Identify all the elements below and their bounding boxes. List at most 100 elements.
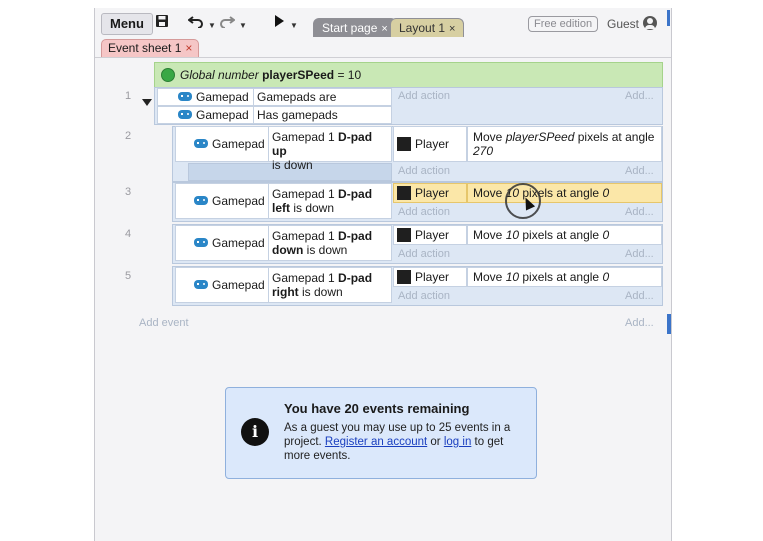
global-prefix: Global number — [180, 68, 259, 82]
condition-text[interactable]: Has gamepads — [253, 106, 392, 124]
condition-object[interactable]: Gamepad — [157, 88, 254, 106]
global-value: = 10 — [337, 68, 362, 82]
condition-bold: down — [272, 243, 304, 257]
action-angle: 270 — [473, 144, 494, 158]
add-action-link[interactable]: Add action — [398, 248, 450, 260]
add-action-link[interactable]: Add action — [398, 290, 450, 302]
object-name: Gamepad — [212, 137, 265, 151]
event-number: 4 — [125, 228, 132, 240]
action-label: pixels at angle — [519, 228, 603, 242]
action-text[interactable]: Move 10 pixels at angle 0 — [467, 183, 662, 203]
global-name: playerSPeed — [262, 68, 335, 82]
action-label: pixels at angle — [519, 270, 603, 284]
object-name: Gamepad — [196, 108, 249, 122]
condition-label: Gamepad 1 — [272, 229, 339, 243]
add-link[interactable]: Add... — [625, 165, 654, 177]
user-icon[interactable] — [643, 16, 657, 30]
add-link[interactable]: Add... — [625, 90, 654, 102]
condition-bold: left — [272, 201, 290, 215]
action-angle: 0 — [602, 270, 610, 284]
save-icon[interactable] — [155, 14, 169, 32]
notice-title: You have 20 events remaining — [284, 401, 470, 416]
register-link[interactable]: Register an account — [325, 436, 427, 448]
action-text[interactable]: Move playerSPeed pixels at angle 270 — [467, 126, 662, 162]
condition-text[interactable]: Gamepad 1 D-pad left is down — [268, 183, 392, 219]
gamepad-icon — [194, 280, 208, 290]
action-text[interactable]: Move 10 pixels at angle 0 — [467, 225, 662, 245]
condition-object[interactable]: Gamepad — [175, 126, 269, 162]
player-sprite-icon — [397, 227, 411, 242]
condition-text[interactable]: Gamepad 1 D-pad down is down — [268, 225, 392, 261]
condition-label: Has gamepads — [257, 108, 338, 122]
action-text[interactable]: Move 10 pixels at angle 0 — [467, 267, 662, 287]
add-action-link[interactable]: Add action — [398, 206, 450, 218]
menu-button[interactable]: Menu — [101, 13, 153, 35]
event-number: 3 — [125, 186, 132, 198]
gamepad-icon — [194, 139, 208, 149]
action-object[interactable]: Player — [393, 126, 467, 162]
condition-bold: right — [272, 285, 299, 299]
object-name: Gamepad — [196, 90, 249, 104]
condition-object[interactable]: Gamepad — [157, 106, 254, 124]
object-name: Gamepad — [212, 278, 265, 292]
object-name: Player — [415, 137, 450, 151]
undo-dropdown-icon[interactable]: ▼ — [208, 17, 216, 35]
scrollbar-thumb[interactable] — [667, 314, 671, 334]
gamepad-icon — [194, 196, 208, 206]
gamepad-icon — [178, 92, 192, 102]
close-icon[interactable]: × — [449, 23, 455, 35]
redo-dropdown-icon[interactable]: ▼ — [239, 17, 247, 35]
condition-label: Gamepad 1 — [272, 271, 339, 285]
add-action-link[interactable]: Add action — [398, 90, 450, 102]
action-object[interactable]: Player — [393, 225, 467, 245]
events-remaining-notice: i You have 20 events remaining As a gues… — [225, 387, 537, 479]
action-value: 10 — [505, 270, 520, 284]
object-name: Player — [415, 228, 450, 242]
login-link[interactable]: log in — [444, 436, 472, 448]
condition-label: is down — [290, 201, 335, 215]
gamepad-icon — [178, 110, 192, 120]
global-variable-row[interactable]: Global number playerSPeed = 10 — [154, 62, 663, 88]
play-icon[interactable] — [273, 14, 285, 32]
action-object[interactable]: Player — [393, 183, 467, 203]
action-angle: 0 — [602, 228, 610, 242]
close-icon[interactable]: × — [185, 41, 192, 55]
condition-label: Gamepad 1 — [272, 130, 339, 144]
action-value: 10 — [505, 228, 520, 242]
play-dropdown-icon[interactable]: ▼ — [290, 17, 298, 35]
add-link[interactable]: Add... — [625, 206, 654, 218]
collapse-arrow-icon[interactable] — [142, 99, 152, 106]
condition-label: is down — [272, 158, 313, 172]
add-event-link[interactable]: Add event — [139, 317, 189, 329]
tab-event-sheet-1[interactable]: Event sheet 1 × — [101, 39, 200, 58]
undo-icon[interactable] — [187, 14, 204, 32]
add-action-link[interactable]: Add action — [398, 165, 450, 177]
condition-text[interactable]: Gamepad 1 D-pad up is down — [268, 126, 392, 172]
condition-text[interactable]: Gamepads are supported — [253, 88, 392, 118]
gamepad-icon — [194, 238, 208, 248]
guest-label[interactable]: Guest — [607, 17, 639, 31]
event-number: 5 — [125, 270, 132, 282]
condition-object[interactable]: Gamepad — [175, 225, 269, 261]
tab-label: Start page — [322, 21, 378, 35]
add-link[interactable]: Add... — [625, 317, 654, 329]
scrollbar-indicator[interactable] — [667, 10, 670, 26]
tab-label: Event sheet 1 — [108, 41, 182, 55]
add-link[interactable]: Add... — [625, 248, 654, 260]
close-icon[interactable]: × — [381, 23, 387, 35]
globe-icon — [161, 67, 175, 82]
condition-bold: D-pad — [338, 271, 373, 285]
tab-layout-1[interactable]: Layout 1 × — [390, 18, 465, 37]
action-object[interactable]: Player — [393, 267, 467, 287]
add-link[interactable]: Add... — [625, 290, 654, 302]
object-name: Player — [415, 270, 450, 284]
tab-start-page[interactable]: Start page × — [313, 18, 397, 37]
condition-object[interactable]: Gamepad — [175, 267, 269, 303]
object-name: Gamepad — [212, 236, 265, 250]
action-label: Move — [473, 130, 506, 144]
condition-object[interactable]: Gamepad — [175, 183, 269, 219]
tab-label: Layout 1 — [399, 21, 446, 35]
redo-icon[interactable] — [219, 14, 236, 32]
free-edition-badge[interactable]: Free edition — [528, 16, 599, 32]
condition-text[interactable]: Gamepad 1 D-pad right is down — [268, 267, 392, 303]
